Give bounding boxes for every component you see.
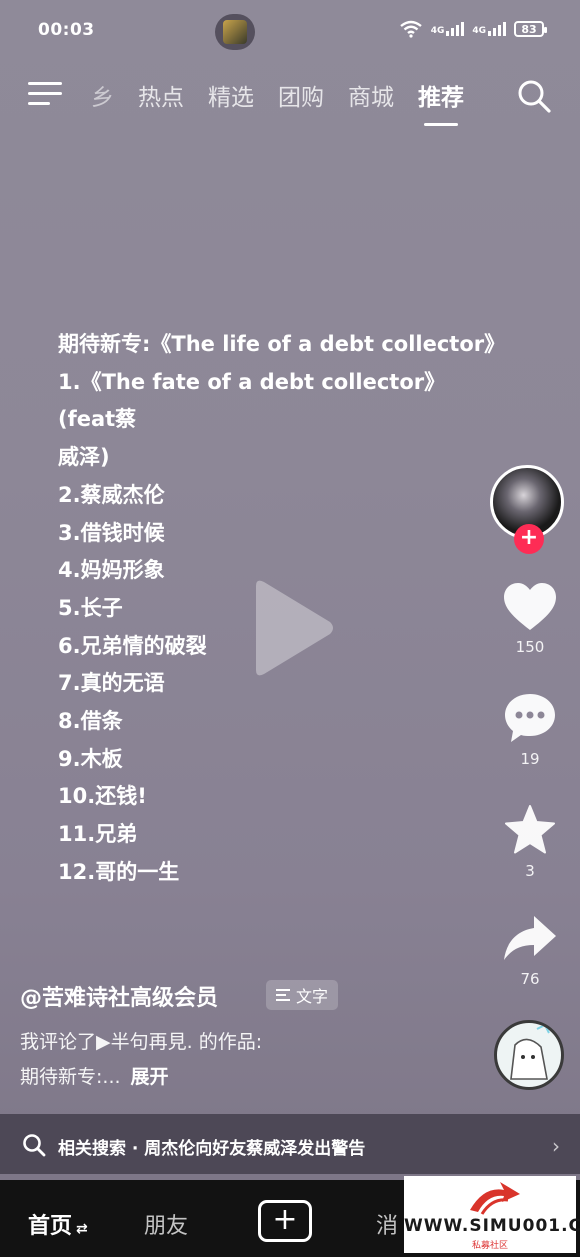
share-button[interactable]: 76 [500, 914, 560, 988]
menu-icon[interactable] [28, 82, 62, 108]
caption-line: 11.兄弟 [58, 822, 138, 847]
favorite-count: 3 [525, 862, 535, 880]
chevron-right-icon: › [552, 1134, 560, 1158]
ghost-sticker-icon [510, 1023, 550, 1080]
tab-hot[interactable]: 热点 [138, 78, 184, 112]
video-screen[interactable]: 00:03 4G 4G 83 乡 热点 精选 团购 商城 推荐 期待新专:《Th… [0, 0, 580, 1180]
text-lines-icon [276, 986, 290, 1004]
switch-arrows-icon: ⇄ [76, 1221, 88, 1237]
tab-featured[interactable]: 精选 [208, 78, 254, 112]
tab-local[interactable]: 乡 [88, 78, 114, 112]
caption-line: 8.借条 [58, 709, 123, 734]
feed-tabs: 乡 热点 精选 团购 商城 推荐 [88, 78, 464, 126]
caption-line: 1.《The fate of a debt collector》(feat蔡 [58, 369, 446, 432]
related-search-bar[interactable]: 相关搜索 · 周杰伦向好友蔡威泽发出警告 › [0, 1114, 580, 1174]
caption-line: 威泽) [58, 445, 110, 470]
tab-recommended[interactable]: 推荐 [418, 78, 464, 126]
expand-link[interactable]: 展开 [131, 1066, 169, 1088]
share-arrow-icon [504, 916, 556, 960]
comment-button[interactable]: 19 [500, 692, 560, 768]
tab-friends[interactable]: 朋友 [144, 1208, 188, 1240]
search-icon [23, 1134, 46, 1157]
status-indicators: 4G 4G 83 [399, 20, 547, 38]
tab-group-buy[interactable]: 团购 [278, 78, 324, 112]
related-search-text: 相关搜索 · 周杰伦向好友蔡威泽发出警告 [58, 1139, 366, 1159]
signal-1: 4G [431, 22, 465, 36]
play-icon[interactable] [246, 578, 336, 678]
author-handle[interactable]: @苦难诗社高级会员 [20, 980, 218, 1012]
caption-line: 12.哥的一生 [58, 859, 180, 884]
network-type-1: 4G [430, 26, 445, 36]
tab-home[interactable]: 首页 ⇄ [28, 1208, 88, 1240]
comment-count: 19 [520, 750, 540, 768]
signal-bars-icon [446, 22, 465, 36]
wifi-icon [399, 20, 422, 38]
watermark-logo [470, 1182, 520, 1215]
description-text: 期待新专:... [20, 1066, 121, 1088]
heart-icon [504, 583, 556, 630]
signal-2: 4G [472, 22, 506, 36]
post-description-line1: 我评论了▶半句再見. 的作品: [20, 1031, 263, 1053]
search-icon[interactable] [516, 78, 552, 114]
text-tag-label: 文字 [296, 987, 329, 1006]
star-icon [505, 805, 555, 854]
caption-line: 10.还钱! [58, 784, 147, 809]
favorite-button[interactable]: 3 [500, 804, 560, 880]
watermark: WWW.SIMU001.CN 私募社区 [404, 1176, 580, 1253]
tab-messages[interactable]: 消 [376, 1208, 398, 1240]
create-post-button[interactable]: + [258, 1200, 312, 1242]
like-button[interactable]: 150 [500, 582, 560, 656]
app-notification-icon [215, 14, 255, 50]
battery-indicator: 83 [514, 21, 547, 37]
watermark-subtext: 私募社区 [471, 1241, 508, 1251]
tab-mall[interactable]: 商城 [348, 78, 394, 112]
post-description-line2: 期待新专:... 展开 [20, 1062, 169, 1089]
caption-line: 3.借钱时候 [58, 520, 165, 545]
caption-line: 9.木板 [58, 746, 123, 771]
status-bar: 00:03 4G 4G 83 [0, 0, 580, 62]
signal-bars-icon [488, 22, 506, 36]
share-count: 76 [520, 970, 540, 988]
caption-line: 2.蔡威杰伦 [58, 482, 165, 507]
caption-line: 期待新专:《The life of a debt collector》 [58, 332, 506, 356]
top-nav: 乡 热点 精选 团购 商城 推荐 [0, 70, 580, 130]
comment-icon [505, 694, 555, 742]
text-mode-tag[interactable]: 文字 [266, 980, 339, 1010]
music-disc[interactable] [494, 1020, 564, 1090]
watermark-text: WWW.SIMU001.CN [404, 1216, 580, 1236]
status-time: 00:03 [38, 20, 95, 40]
tab-home-label: 首页 [28, 1214, 73, 1239]
like-count: 150 [515, 638, 545, 656]
network-type-2: 4G [472, 26, 486, 36]
follow-button[interactable]: + [514, 524, 544, 554]
